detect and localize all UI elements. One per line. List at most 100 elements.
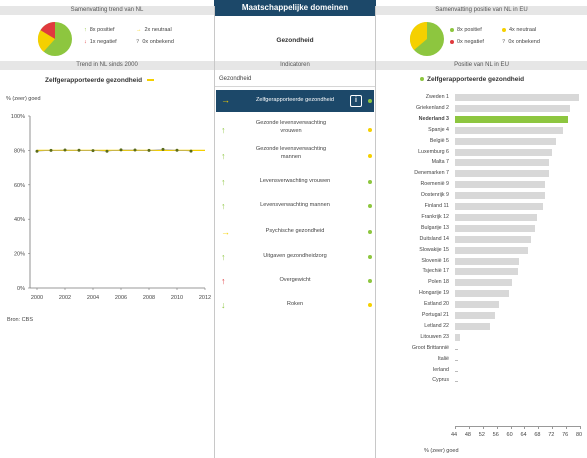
eu-x-tick-mark bbox=[496, 426, 498, 429]
x-tick-label: 2006 bbox=[115, 295, 127, 301]
country-bar[interactable] bbox=[455, 312, 496, 319]
country-bar[interactable] bbox=[455, 322, 491, 330]
country-bar[interactable] bbox=[455, 381, 458, 383]
eu-legend-item: 4x neutraal bbox=[502, 27, 536, 33]
indicator-item[interactable]: ↑ Gezonde levensverwachting mannen bbox=[216, 143, 374, 169]
trend-arrow-icon: → bbox=[221, 227, 230, 237]
eu-legend-text: 4x neutraal bbox=[509, 27, 537, 33]
eu-status-dot bbox=[368, 154, 372, 158]
eu-summary-header: Samenvatting positie van NL in EU bbox=[376, 6, 587, 15]
country-label: Roemenië 9 bbox=[420, 181, 449, 188]
eu-summary-pie bbox=[409, 21, 444, 56]
country-bar[interactable] bbox=[455, 126, 564, 134]
data-point bbox=[35, 149, 39, 153]
indicator-label: Gezonde levensverwachting vrouwen bbox=[255, 120, 327, 134]
country-bar[interactable] bbox=[455, 203, 543, 210]
arrow-down-icon: ↓ bbox=[84, 39, 87, 45]
indicator-group-label: Gezondheid bbox=[219, 76, 252, 82]
data-point bbox=[63, 148, 67, 152]
country-label: Duitsland 14 bbox=[419, 235, 449, 242]
country-bar[interactable] bbox=[455, 246, 528, 254]
data-point bbox=[49, 148, 53, 152]
country-bar[interactable] bbox=[455, 148, 552, 156]
country-bar[interactable] bbox=[455, 170, 549, 178]
eu-status-dot bbox=[368, 279, 372, 283]
country-bar[interactable] bbox=[455, 137, 556, 145]
y-tick-label: 40% bbox=[14, 217, 25, 223]
neutral-arrow-icon bbox=[146, 79, 154, 82]
indicator-item[interactable]: ↑ Gezonde levensverwachting vrouwen bbox=[216, 117, 374, 143]
country-bar[interactable] bbox=[455, 290, 509, 298]
country-bar[interactable] bbox=[455, 359, 458, 361]
country-label: Litouwen 23 bbox=[420, 333, 449, 340]
country-bar[interactable] bbox=[455, 370, 458, 372]
eu-legend-text: 0x negatief bbox=[457, 39, 484, 45]
eu-x-tick-label: 60 bbox=[506, 432, 513, 438]
country-bar[interactable] bbox=[455, 268, 518, 276]
country-bar[interactable] bbox=[455, 159, 549, 167]
country-label: Nederland 3 bbox=[418, 115, 449, 122]
eu-x-tick-label: 80 bbox=[576, 432, 583, 438]
country-bar[interactable] bbox=[455, 94, 579, 101]
eu-x-tick-mark bbox=[538, 426, 540, 429]
indicator-item[interactable]: → Psychische gezondheid bbox=[216, 219, 374, 245]
arrow-up-icon: ↑ bbox=[84, 27, 87, 33]
country-bar[interactable] bbox=[455, 301, 499, 309]
country-label: Italië bbox=[437, 355, 449, 362]
trend-arrow-icon: ↓ bbox=[221, 300, 226, 310]
indicator-item[interactable]: → Zelfgerapporteerde gezondheid i bbox=[216, 90, 374, 112]
eu-x-tick-label: 68 bbox=[534, 432, 541, 438]
country-bar[interactable] bbox=[455, 104, 570, 112]
indicators-section-header: Indicatoren bbox=[214, 61, 376, 70]
indicator-item[interactable]: ↑ Levensverwachting mannen bbox=[216, 193, 374, 219]
country-label: Cyprus bbox=[432, 377, 449, 384]
status-dot-icon bbox=[502, 27, 506, 32]
country-label: Bulgarije 13 bbox=[421, 224, 449, 231]
indicator-label: Uitgaven gezondheidzorg bbox=[263, 253, 327, 259]
trend-chart-ylabel: % (zeer) goed bbox=[6, 96, 41, 102]
x-tick-label: 2010 bbox=[171, 295, 183, 301]
country-bar[interactable] bbox=[455, 348, 458, 350]
indicator-item[interactable]: ↓ Roken bbox=[216, 292, 374, 318]
data-point bbox=[105, 149, 109, 153]
eu-x-axis bbox=[455, 426, 580, 427]
country-bar[interactable] bbox=[455, 333, 461, 341]
eu-legend-item: ? 0x onbekend bbox=[502, 39, 540, 45]
trend-chart-title-text: Zelfgerapporteerde gezondheid bbox=[45, 77, 143, 84]
indicator-item[interactable]: ↑ Uitgaven gezondheidzorg bbox=[216, 244, 374, 270]
country-bar[interactable] bbox=[455, 279, 512, 287]
trend-legend-item: ? 0x onbekend bbox=[136, 39, 174, 45]
country-bar[interactable] bbox=[455, 181, 545, 189]
eu-legend-text: 8x positief bbox=[457, 27, 482, 33]
country-label: Slowakije 15 bbox=[419, 246, 449, 253]
country-label: Finland 11 bbox=[424, 203, 449, 209]
country-label: Frankrijk 12 bbox=[421, 213, 449, 220]
data-point bbox=[77, 148, 81, 152]
indicator-label: Overgewicht bbox=[279, 277, 311, 283]
country-bar[interactable] bbox=[455, 192, 545, 200]
country-label: Oostenrijk 9 bbox=[420, 192, 449, 199]
positive-status-dot bbox=[420, 77, 424, 82]
trend-legend-text: 0x onbekend bbox=[142, 39, 174, 45]
eu-status-dot bbox=[368, 255, 372, 259]
indicator-item[interactable]: ↑ Overgewicht bbox=[216, 268, 374, 294]
trend-legend-item: ↓ 1x negatief bbox=[84, 39, 117, 45]
eu-status-dot bbox=[368, 99, 372, 103]
trend-chart-title: Zelfgerapporteerde gezondheid bbox=[45, 77, 154, 84]
country-bar[interactable] bbox=[455, 213, 537, 221]
country-label: Tsjechië 17 bbox=[422, 268, 450, 275]
country-bar[interactable] bbox=[455, 115, 568, 123]
arrow-right-icon: → bbox=[136, 27, 142, 33]
eu-legend-item: 8x positief bbox=[450, 27, 482, 33]
country-label: Hongarije 19 bbox=[418, 290, 449, 297]
info-icon[interactable]: i bbox=[350, 95, 362, 107]
country-label: Denemarken 7 bbox=[414, 170, 449, 177]
eu-x-tick-mark bbox=[580, 426, 581, 429]
indicator-item[interactable]: ↑ Levensverwachting vrouwen bbox=[216, 169, 374, 195]
country-bar[interactable] bbox=[455, 235, 532, 243]
data-point bbox=[91, 149, 95, 153]
country-bar[interactable] bbox=[455, 257, 519, 265]
eu-legend-text: 0x onbekend bbox=[508, 39, 540, 45]
eu-x-tick-label: 48 bbox=[464, 432, 471, 438]
country-bar[interactable] bbox=[455, 224, 535, 232]
